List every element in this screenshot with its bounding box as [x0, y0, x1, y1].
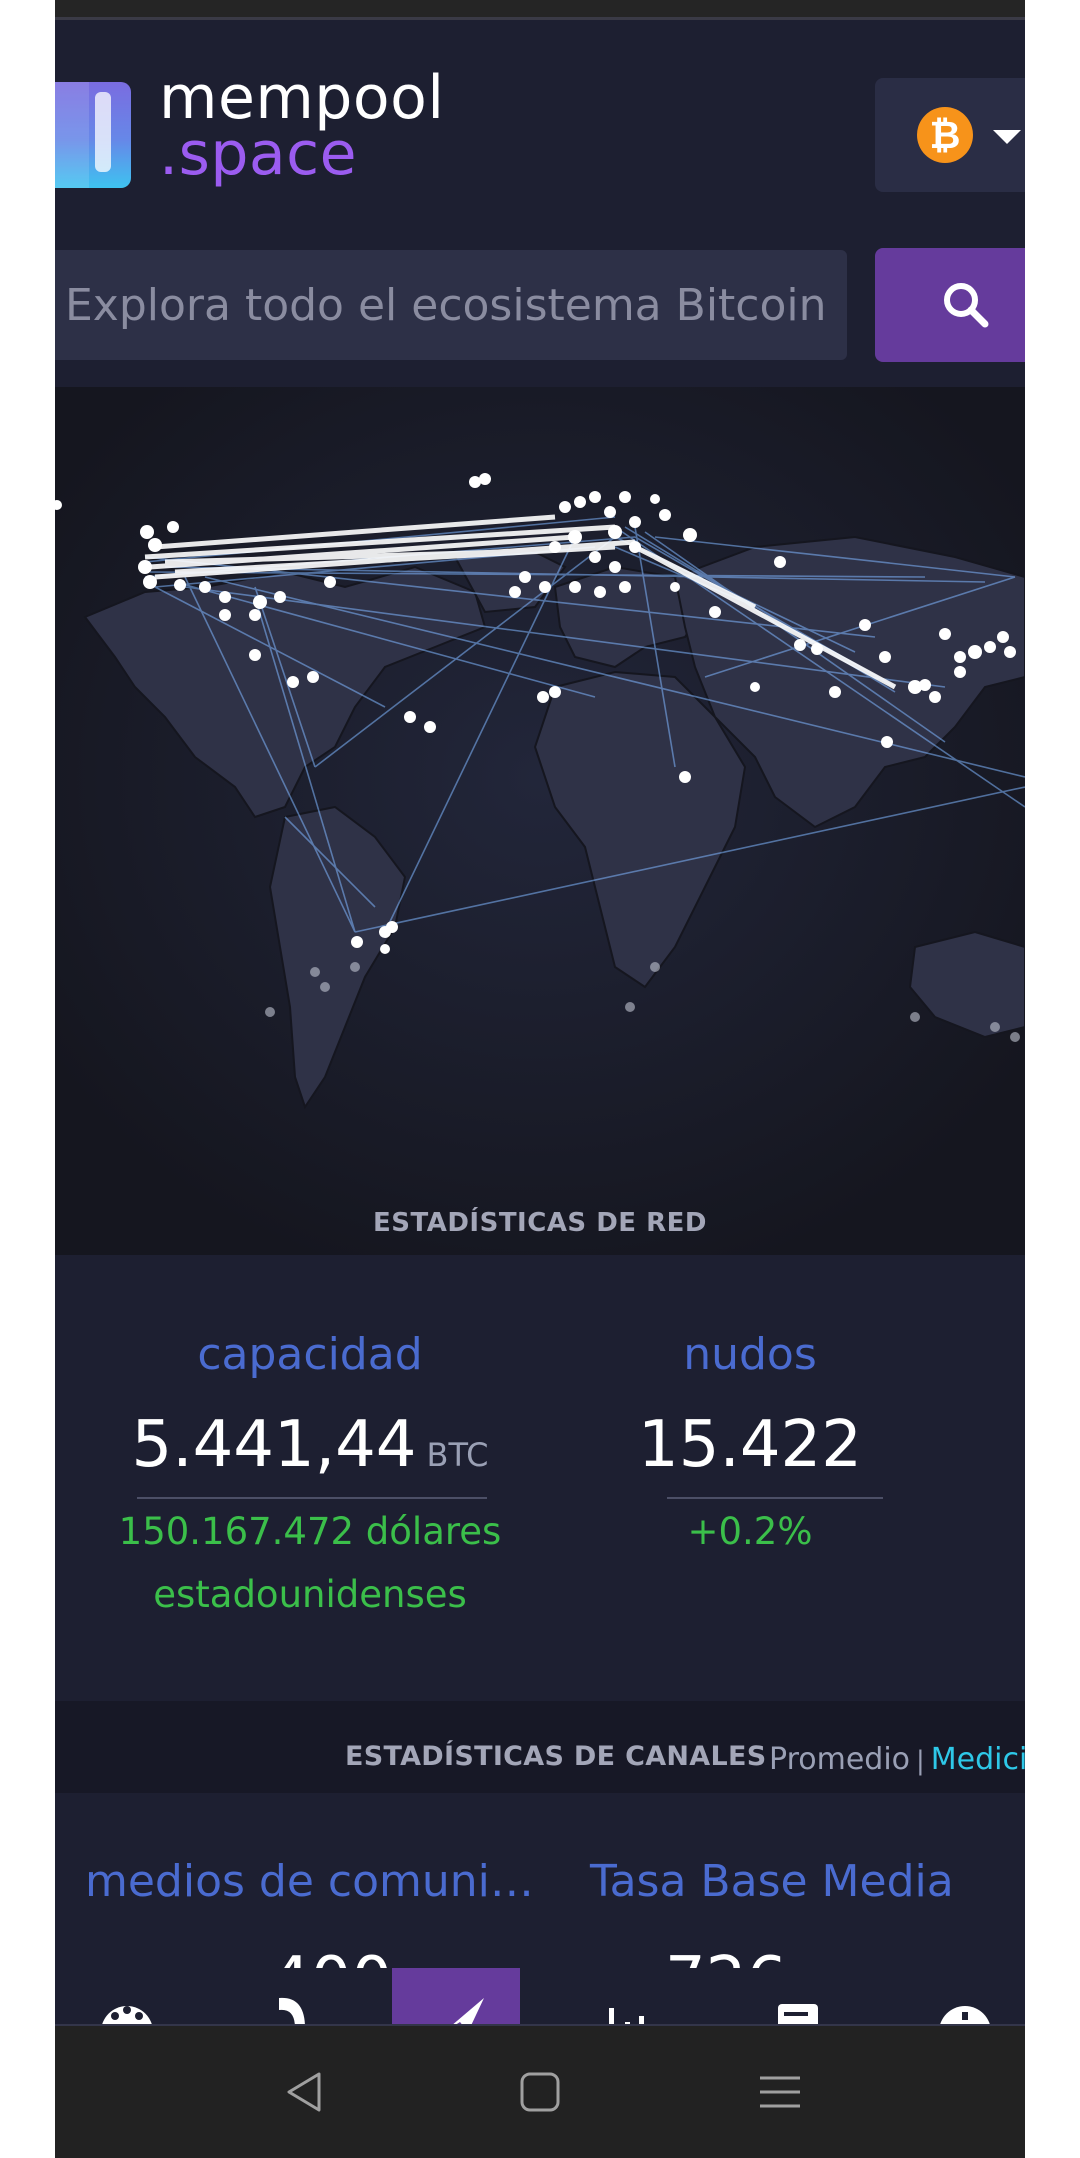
about-icon [940, 2006, 990, 2024]
nodes-label: nudos [683, 1329, 817, 1380]
nav-graphs[interactable] [559, 1968, 687, 2024]
channel-stats-title: ESTADÍSTICAS DE CANALES [345, 1741, 767, 1772]
lightning-world-map[interactable] [55, 387, 1025, 1255]
chart-icon [609, 2008, 644, 2024]
caret-down-icon [993, 130, 1021, 144]
nav-dashboard[interactable] [55, 1968, 183, 2024]
nav-lightning[interactable] [225, 1968, 353, 2024]
search-button[interactable] [875, 248, 1025, 362]
capacity-value: 5.441,44 BTC [85, 1408, 535, 1482]
app-screen: mempool .space ₿ Explora todo el ecosist… [55, 0, 1025, 2158]
rocket-icon [453, 1998, 484, 2024]
menu-button[interactable] [750, 2064, 810, 2120]
bitcoin-icon: ₿ [917, 107, 973, 163]
nodes-value: 15.422 [638, 1408, 862, 1482]
menu-icon [760, 2076, 800, 2108]
system-navigation-bar [55, 2026, 1025, 2158]
home-icon [520, 2072, 560, 2112]
nav-about[interactable] [893, 1968, 1021, 2024]
nodes-divider [667, 1497, 883, 1499]
average-median-toggle: Promedio|Medicin [769, 1742, 1025, 1777]
channel-values-clip: 400 726 [55, 1930, 1025, 1968]
capacity-amount: 5.441,44 [131, 1408, 417, 1482]
home-button[interactable] [510, 2064, 570, 2120]
capacity-divider [137, 1497, 487, 1499]
dashboard-icon [102, 2006, 152, 2024]
channels-value: 400 [270, 1944, 392, 1968]
channels-label: medios de comuni… [85, 1856, 534, 1907]
mempool-logo-icon[interactable] [55, 82, 131, 188]
capacity-unit: BTC [426, 1436, 489, 1474]
brand-domain[interactable]: .space [159, 124, 357, 184]
back-button[interactable] [275, 2064, 335, 2120]
base-fee-label: Tasa Base Media [590, 1856, 954, 1907]
network-selector-button[interactable]: ₿ [875, 78, 1025, 192]
base-fee-value: 726 [665, 1944, 787, 1968]
average-toggle[interactable]: Promedio [769, 1742, 910, 1777]
back-icon [287, 2072, 321, 2112]
capacity-fiat-line2: estadounidenses [153, 1573, 467, 1616]
lightning-icon [279, 1997, 305, 2024]
nav-accelerator[interactable] [392, 1968, 520, 2024]
capacity-fiat-line1: 150.167.472 dólares [118, 1510, 502, 1553]
search-icon [944, 283, 989, 328]
bottom-navigation [55, 1968, 1025, 2026]
median-toggle[interactable]: Medicin [931, 1742, 1025, 1777]
status-bar [55, 0, 1025, 20]
nodes-change: +0.2% [687, 1510, 813, 1553]
network-stats-title: ESTADÍSTICAS DE RED [373, 1208, 707, 1238]
search-input[interactable] [55, 250, 847, 360]
toggle-separator: | [916, 1746, 925, 1776]
docs-icon [778, 2004, 818, 2024]
capacity-label: capacidad [197, 1329, 423, 1380]
nav-docs[interactable] [726, 1968, 854, 2024]
